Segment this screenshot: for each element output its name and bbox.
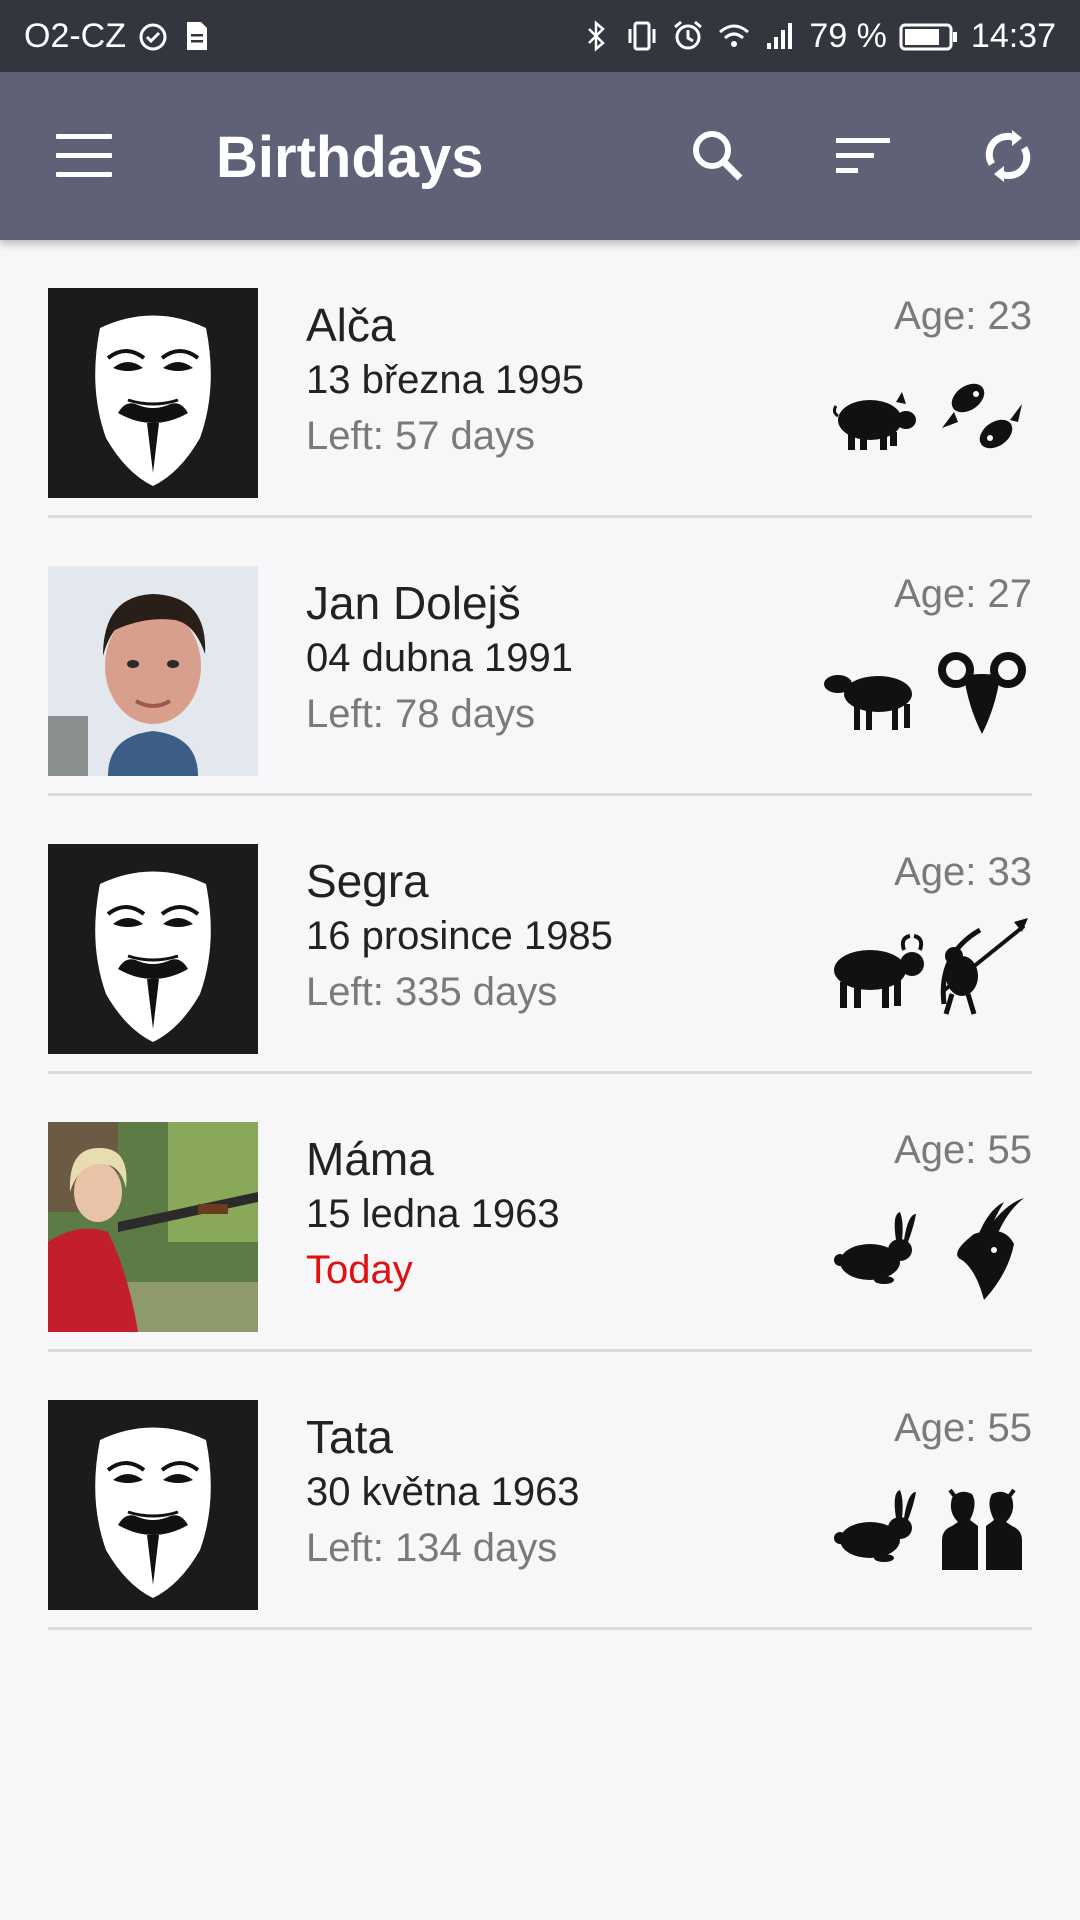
alarm-check-icon: [139, 23, 167, 51]
battery-icon: [899, 23, 957, 51]
clock: 14:37: [970, 16, 1056, 55]
guy-fawkes-mask-icon: [48, 1400, 258, 1610]
rabbit-icon: [834, 1490, 916, 1562]
list-item[interactable]: Alča 13 března 1995 Left: 57 days Age: 2…: [0, 240, 1080, 518]
search-icon[interactable]: [686, 124, 750, 188]
wifi-icon: [719, 24, 750, 47]
guy-fawkes-mask-icon: [48, 288, 258, 498]
sync-icon[interactable]: [976, 124, 1040, 188]
battery-percent: 79 %: [809, 16, 887, 55]
signal-icon: [767, 23, 793, 49]
person-name: Máma: [306, 1133, 434, 1185]
guy-fawkes-mask-icon: [48, 844, 258, 1054]
birth-date: 13 března 1995: [306, 358, 585, 402]
pisces-icon: [942, 383, 1022, 449]
person-name: Segra: [306, 855, 429, 907]
menu-icon[interactable]: [56, 134, 112, 178]
person-name: Alča: [306, 299, 396, 351]
person-name: Tata: [306, 1411, 393, 1463]
carrier-label: O2-CZ: [24, 16, 126, 55]
capricorn-icon: [957, 1198, 1024, 1300]
avatar: [48, 566, 258, 776]
birth-date: 15 ledna 1963: [306, 1192, 560, 1236]
birthday-list: Alča 13 března 1995 Left: 57 days Age: 2…: [0, 240, 1080, 1630]
days-left: Left: 134 days: [306, 1526, 558, 1570]
age-label: Age: 27: [894, 572, 1032, 616]
vibrate-icon: [628, 21, 656, 51]
list-item[interactable]: Tata 30 května 1963 Left: 134 days Age: …: [0, 1352, 1080, 1630]
birth-date: 30 května 1963: [306, 1470, 580, 1514]
app-bar: Birthdays: [0, 72, 1080, 240]
gemini-icon: [942, 1488, 1022, 1570]
birth-date: 16 prosince 1985: [306, 914, 613, 958]
person-name: Jan Dolejš: [306, 577, 521, 629]
bluetooth-icon: [588, 20, 606, 52]
days-left: Left: 335 days: [306, 970, 558, 1014]
age-label: Age: 33: [894, 850, 1032, 894]
divider: [48, 1627, 1032, 1630]
document-icon: [187, 22, 207, 50]
avatar: [48, 288, 258, 498]
rabbit-icon: [834, 1212, 916, 1284]
pig-icon: [832, 392, 916, 450]
list-item[interactable]: Jan Dolejš 04 dubna 1991 Left: 78 days A…: [0, 518, 1080, 796]
birth-date: 04 dubna 1991: [306, 636, 573, 680]
age-label: Age: 55: [894, 1128, 1032, 1172]
aries-icon: [938, 652, 1026, 734]
ox-icon: [834, 934, 924, 1008]
sort-icon[interactable]: [832, 124, 896, 188]
person-photo-icon: [48, 566, 258, 776]
list-item[interactable]: Segra 16 prosince 1985 Left: 335 days Ag…: [0, 796, 1080, 1074]
list-item[interactable]: Máma 15 ledna 1963 Today Age: 55: [0, 1074, 1080, 1352]
avatar: [48, 1122, 258, 1332]
sheep-icon: [824, 675, 912, 730]
status-bar: O2-CZ 79 % 14:37: [0, 0, 1080, 72]
alarm-icon: [674, 20, 703, 50]
page-title: Birthdays: [216, 125, 484, 190]
days-left: Today: [306, 1248, 413, 1292]
age-label: Age: 23: [894, 294, 1032, 338]
days-left: Left: 57 days: [306, 414, 536, 458]
avatar: [48, 844, 258, 1054]
avatar: [48, 1400, 258, 1610]
days-left: Left: 78 days: [306, 692, 536, 736]
person-photo-icon: [48, 1122, 258, 1332]
sagittarius-icon: [940, 918, 1028, 1015]
age-label: Age: 55: [894, 1406, 1032, 1450]
